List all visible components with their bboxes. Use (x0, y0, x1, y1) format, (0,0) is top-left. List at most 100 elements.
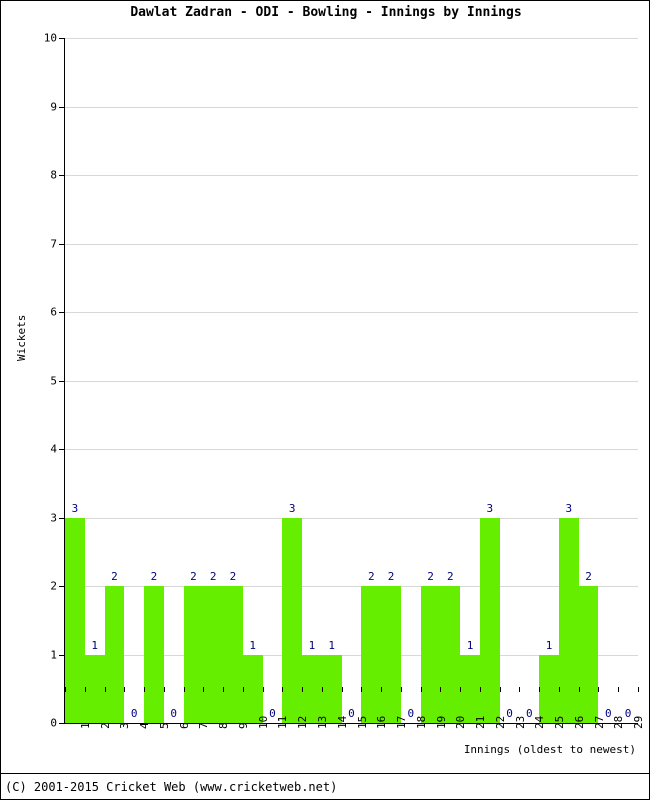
bar-value-label: 2 (190, 570, 197, 583)
x-tick-mark (104, 687, 106, 692)
x-tick-mark (420, 687, 422, 692)
x-tick-label: 27 (592, 715, 606, 729)
bar-value-label: 0 (170, 707, 177, 720)
x-tick-label: 3 (118, 722, 132, 729)
x-tick-label: 2 (98, 722, 112, 729)
plot-area: 31202022210311022022130013200 (59, 38, 638, 724)
bar-value-label: 2 (446, 570, 454, 583)
y-tick-label: 0 (50, 716, 57, 730)
x-tick-mark (638, 687, 639, 692)
x-tick-mark (558, 687, 560, 692)
y-tick-mark (59, 106, 65, 108)
bar (539, 654, 559, 723)
x-tick-mark (321, 687, 323, 692)
x-axis-title: Innings (oldest to newest) (463, 743, 636, 756)
y-tick-mark (59, 243, 65, 245)
y-tick-label: 2 (50, 579, 57, 593)
gridline (65, 106, 638, 108)
x-tick-mark (302, 687, 304, 692)
gridline (65, 380, 638, 382)
gridline (65, 243, 638, 245)
gridline (65, 517, 638, 519)
bar (578, 586, 599, 723)
x-tick-mark (183, 687, 185, 692)
y-axis-labels: 0 1 2 3 4 5 6 7 8 9 10 (1, 32, 57, 730)
x-tick-label: 25 (553, 715, 567, 729)
bar-value-label: 0 (130, 707, 138, 720)
y-tick-label: 8 (50, 168, 57, 182)
x-tick-label: 28 (612, 715, 626, 729)
y-axis-title: Wickets (15, 314, 28, 361)
x-tick-mark (440, 687, 442, 692)
gridline (65, 175, 638, 176)
y-tick-label: 7 (50, 237, 57, 250)
x-tick-mark (618, 687, 620, 692)
bar-value-label: 2 (229, 570, 237, 583)
x-tick-label: 7 (197, 722, 211, 729)
x-tick-mark (84, 687, 86, 692)
bar-value-label: 2 (585, 570, 592, 583)
x-tick-mark (223, 687, 225, 692)
bar-value-label: 2 (367, 570, 375, 583)
x-tick-mark (361, 687, 363, 692)
bar-value-label: 1 (328, 638, 336, 652)
x-tick-label: 16 (375, 715, 389, 729)
x-tick-mark (282, 687, 284, 692)
x-tick-label: 24 (533, 715, 547, 729)
chart-page: Dawlat Zadran - ODI - Bowling - Innings … (0, 0, 650, 800)
bar (144, 586, 164, 723)
bar-value-label: 3 (288, 501, 296, 515)
x-tick-mark (242, 687, 244, 692)
x-tick-label: 1 (78, 722, 92, 729)
bar (242, 654, 263, 723)
x-tick-label: 22 (493, 715, 507, 729)
bar (361, 586, 382, 723)
bar (104, 586, 125, 723)
gridline (65, 449, 638, 450)
x-tick-mark (341, 687, 343, 692)
y-tick-label: 1 (50, 648, 57, 661)
x-tick-label: 9 (236, 722, 250, 729)
x-tick-label: 14 (335, 715, 349, 729)
bar-value-label: 1 (466, 638, 474, 652)
x-tick-label: 13 (315, 715, 329, 729)
bar-value-label: 2 (150, 570, 158, 583)
bar (558, 517, 579, 723)
x-tick-mark (499, 687, 501, 692)
x-tick-label: 6 (177, 722, 191, 729)
x-tick-mark (65, 687, 66, 692)
x-tick-mark (479, 687, 481, 692)
bar (183, 586, 204, 723)
x-tick-label: 18 (414, 715, 428, 729)
y-tick-mark (59, 175, 65, 176)
x-tick-label: 21 (474, 715, 488, 729)
x-tick-label: 17 (395, 715, 409, 729)
bar-value-label: 1 (249, 638, 256, 652)
bar-value-label: 2 (111, 570, 118, 583)
page-title: Dawlat Zadran - ODI - Bowling - Innings … (130, 5, 522, 20)
x-tick-label: 12 (296, 715, 310, 729)
x-tick-mark (381, 687, 383, 692)
x-tick-mark (262, 687, 264, 692)
bar-value-label: 2 (209, 570, 217, 583)
y-tick-label: 10 (43, 31, 57, 45)
x-tick-label: 15 (355, 715, 369, 729)
x-tick-mark (144, 687, 146, 692)
x-tick-mark (203, 687, 205, 692)
bar-value-label: 2 (427, 570, 434, 583)
bar-value-label: 1 (545, 638, 553, 652)
bar (440, 586, 461, 723)
y-tick-mark (59, 449, 65, 450)
x-tick-label: 19 (434, 715, 448, 729)
gridline (65, 312, 638, 313)
bar (381, 586, 401, 723)
gridline (65, 38, 638, 39)
bar (282, 517, 303, 723)
bar-value-label: 1 (308, 638, 316, 652)
x-tick-mark (519, 687, 521, 692)
bar-value-label: 2 (387, 570, 395, 583)
y-tick-mark (59, 723, 65, 724)
bar (479, 517, 500, 723)
bar (84, 654, 105, 723)
y-tick-mark (59, 38, 65, 39)
